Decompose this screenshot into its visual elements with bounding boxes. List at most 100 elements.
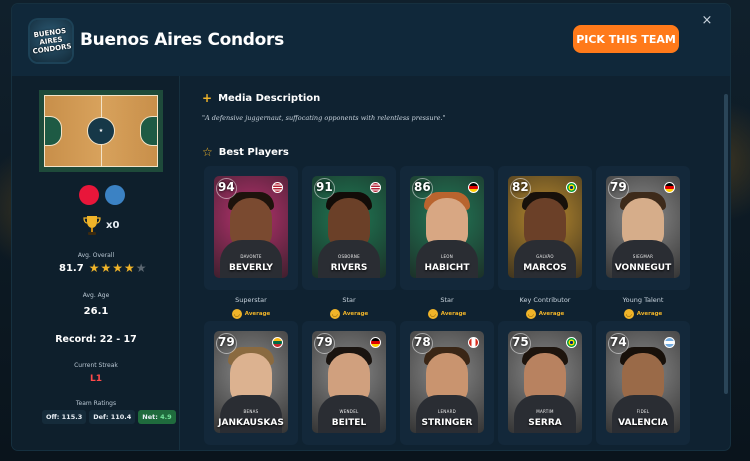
player-rating: 79 — [316, 335, 333, 349]
player-form-badge: ◡ Average — [596, 309, 690, 319]
player-card-stringer[interactable]: 78 LENARD STRINGER — [400, 321, 494, 445]
player-form-label: Average — [538, 311, 565, 317]
player-last-name: STRINGER — [421, 418, 473, 428]
team-summary-panel: ★ x0 Avg. Overall 81.7 ★ ★ ★ ★ ★ Avg. Ag… — [12, 76, 180, 450]
flag-lithuania-icon — [272, 337, 283, 348]
player-form-label: Average — [244, 311, 271, 317]
player-form-badge: ◡ Average — [302, 309, 396, 319]
player-last-name: VALENCIA — [618, 418, 668, 428]
modal-header: BUENOS AIRES CONDORS Buenos Aires Condor… — [12, 4, 730, 76]
player-card-habicht[interactable]: 86 LEON HABICHT — [400, 166, 494, 290]
net-rating: Net: 4.9 — [138, 410, 176, 424]
player-portrait: 79 SIEGMAR VONNEGUT — [606, 176, 680, 278]
flag-argentina-icon — [664, 337, 675, 348]
smile-icon: ◡ — [427, 309, 438, 319]
pick-team-button[interactable]: PICK THIS TEAM — [573, 25, 679, 53]
secondary-color-swatch — [105, 185, 125, 205]
team-logo: BUENOS AIRES CONDORS — [30, 20, 72, 62]
current-streak-value: L1 — [90, 374, 102, 384]
player-card-valencia[interactable]: 74 FIDEL VALENCIA — [596, 321, 690, 445]
avg-overall-label: Avg. Overall — [77, 252, 115, 259]
player-rating: 79 — [610, 180, 627, 194]
player-card-serra[interactable]: 75 MARTIM SERRA — [498, 321, 592, 445]
best-players-heading: ☆ Best Players — [202, 146, 289, 158]
flag-germany-icon — [664, 182, 675, 193]
trophy-icon — [83, 216, 101, 235]
player-rating: 91 — [316, 180, 333, 194]
player-rating: 78 — [414, 335, 431, 349]
player-first-name: LENARD — [437, 409, 457, 414]
player-card-beverly[interactable]: 94 DAVONTE BEVERLY — [204, 166, 298, 290]
player-last-name: SERRA — [528, 418, 562, 428]
player-form-badge: ◡ Average — [204, 309, 298, 319]
player-last-name: HABICHT — [424, 263, 470, 273]
player-rating: 86 — [414, 180, 431, 194]
player-form-label: Average — [636, 311, 663, 317]
record: Record: 22 - 17 — [55, 334, 137, 345]
avg-overall-value: 81.7 — [59, 262, 84, 274]
player-first-name: GALVÃO — [536, 254, 554, 259]
scrollbar[interactable] — [724, 94, 728, 394]
player-first-name: SIEGMAR — [632, 254, 654, 259]
player-first-name: MARTIM — [536, 409, 554, 414]
player-role: Superstar — [235, 296, 267, 304]
player-portrait: 86 LEON HABICHT — [410, 176, 484, 278]
player-form-label: Average — [342, 311, 369, 317]
player-rating: 79 — [218, 335, 235, 349]
player-card-marcos[interactable]: 82 GALVÃO MARCOS — [498, 166, 592, 290]
player-portrait: 91 OSBORNE RIVERS — [312, 176, 386, 278]
player-rating: 75 — [512, 335, 529, 349]
avg-overall-row: 81.7 ★ ★ ★ ★ ★ — [59, 262, 147, 274]
player-form-badge: ◡ Average — [498, 309, 592, 319]
primary-color-swatch — [79, 185, 99, 205]
player-last-name: VONNEGUT — [614, 263, 672, 273]
avg-overall-stars: ★ ★ ★ ★ ★ — [89, 262, 147, 274]
player-first-name: WENDEL — [339, 409, 359, 414]
player-first-name: BENAS — [243, 409, 259, 414]
team-ratings: Off: 115.3 Def: 110.4 Net: 4.9 — [42, 410, 176, 424]
player-portrait: 79 WENDEL BEITEL — [312, 331, 386, 433]
player-portrait: 74 FIDEL VALENCIA — [606, 331, 680, 433]
team-colors — [79, 185, 125, 205]
player-last-name: BEITEL — [331, 418, 367, 428]
trophy-count: x0 — [106, 219, 120, 231]
plus-icon: + — [202, 91, 213, 105]
player-rating: 94 — [218, 180, 235, 194]
player-card-jankauskas[interactable]: 79 BENAS JANKAUSKAS — [204, 321, 298, 445]
avg-age-value: 26.1 — [83, 306, 109, 317]
flag-canada-icon — [468, 337, 479, 348]
player-card-rivers[interactable]: 91 OSBORNE RIVERS — [302, 166, 396, 290]
flag-brazil-icon — [566, 182, 577, 193]
player-first-name: DAVONTE — [240, 254, 262, 259]
trophy-count-row: x0 — [82, 214, 119, 236]
player-card-beitel[interactable]: 79 WENDEL BEITEL — [302, 321, 396, 445]
player-rating: 74 — [610, 335, 627, 349]
team-ratings-label: Team Ratings — [75, 400, 117, 407]
player-last-name: BEVERLY — [229, 263, 273, 273]
flag-usa-icon — [370, 182, 381, 193]
media-description-title: Media Description — [218, 92, 321, 104]
player-last-name: MARCOS — [523, 263, 567, 273]
current-streak-label: Current Streak — [74, 362, 118, 369]
media-description-heading: + Media Description — [202, 92, 320, 104]
star-icon: ★ — [135, 261, 147, 275]
flag-usa-icon — [272, 182, 283, 193]
smile-icon: ◡ — [623, 309, 634, 319]
close-icon[interactable]: × — [700, 14, 714, 28]
team-modal: BUENOS AIRES CONDORS Buenos Aires Condor… — [12, 4, 730, 450]
player-role: Star — [342, 296, 356, 304]
player-role: Key Contributor — [519, 296, 571, 304]
player-role: Star — [440, 296, 454, 304]
player-card-vonnegut[interactable]: 79 SIEGMAR VONNEGUT — [596, 166, 690, 290]
best-players-title: Best Players — [218, 146, 289, 158]
player-form-badge: ◡ Average — [400, 309, 494, 319]
player-role: Young Talent — [622, 296, 664, 304]
court-logo: ★ — [98, 128, 104, 134]
player-first-name: OSBORNE — [338, 254, 360, 259]
media-quote: "A defensive juggernaut, suffocating opp… — [202, 114, 446, 122]
player-portrait: 75 MARTIM SERRA — [508, 331, 582, 433]
player-portrait: 94 DAVONTE BEVERLY — [214, 176, 288, 278]
offense-rating: Off: 115.3 — [42, 410, 87, 424]
star-icon: ★ — [100, 261, 112, 275]
smile-icon: ◡ — [329, 309, 340, 319]
